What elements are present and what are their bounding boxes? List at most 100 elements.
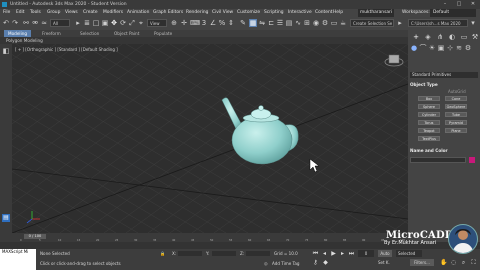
shapes-icon[interactable]: ⌒ [419, 44, 427, 52]
cameras-icon[interactable]: ▣ [437, 44, 445, 52]
menu-tools[interactable]: Tools [30, 9, 41, 17]
named-selection-icon[interactable]: ▦ [249, 19, 257, 27]
scene-explorer-icon[interactable]: ◧ [2, 47, 10, 55]
zoom-icon[interactable]: ⌕ [460, 259, 467, 266]
ribbon-tab-modeling[interactable]: Modeling [4, 30, 32, 37]
systems-icon[interactable]: ⚙ [464, 44, 472, 52]
ribbon-tab-freeform[interactable]: Freeform [38, 30, 65, 37]
menu-scripting[interactable]: Scripting [264, 9, 284, 17]
rectangle-selection-icon[interactable]: □ [92, 19, 100, 27]
key-filters-button[interactable]: Filters... [410, 259, 434, 266]
menu-modifiers[interactable]: Modifiers [103, 9, 123, 17]
select-by-name-icon[interactable]: ≣ [83, 19, 91, 27]
hierarchy-tab-icon[interactable]: ⋔ [436, 33, 444, 41]
menu-views[interactable]: Views [65, 9, 78, 17]
create-geosphere-button[interactable]: GeoSphere [445, 104, 467, 109]
ribbon-tab-selection[interactable]: Selection [76, 30, 103, 37]
reference-coord-dropdown[interactable]: View [147, 19, 167, 27]
ribbon-tab-populate[interactable]: Populate [150, 30, 176, 37]
menu-create[interactable]: Create [83, 9, 98, 17]
undo-icon[interactable]: ↶ [2, 19, 10, 27]
schematic-view-icon[interactable]: ⊞ [303, 19, 311, 27]
spinner-snap-icon[interactable]: ⇕ [227, 19, 235, 27]
create-teapot-button[interactable]: Teapot [418, 128, 440, 133]
ribbon-tab-object-paint[interactable]: Object Paint [110, 30, 143, 37]
menu-group[interactable]: Group [47, 9, 60, 17]
create-tube-button[interactable]: Tube [445, 112, 467, 117]
render-setup-icon[interactable]: ⚙ [321, 19, 329, 27]
object-name-field[interactable] [410, 157, 466, 163]
menu-edit[interactable]: Edit [16, 9, 25, 17]
select-manipulate-icon[interactable]: ✛ [180, 19, 188, 27]
minimize-button[interactable]: – [438, 0, 452, 9]
pivot-center-icon[interactable]: ⊕ [170, 19, 178, 27]
polygon-modeling-panel[interactable]: Polygon Modeling [6, 37, 43, 44]
mirror-icon[interactable]: ⇋ [258, 19, 266, 27]
edit-named-selection-icon[interactable]: ✎ [239, 19, 247, 27]
orbit-icon[interactable]: ◌ [450, 259, 457, 266]
go-to-start-icon[interactable]: ⏮ [312, 250, 319, 257]
create-box-button[interactable]: Box [418, 96, 440, 101]
z-coordinate-field[interactable] [246, 251, 270, 256]
percent-snap-icon[interactable]: % [218, 19, 226, 27]
utilities-tab-icon[interactable]: ⚒ [471, 33, 479, 41]
x-coordinate-field[interactable] [178, 251, 202, 256]
modify-tab-icon[interactable]: ◈ [424, 33, 432, 41]
maxscript-listener[interactable]: MAXScript Mi [0, 249, 36, 270]
key-icon[interactable]: ⚷ [312, 259, 319, 266]
time-slider-bar[interactable]: 0 / 100 0 5 10 15 20 25 30 35 40 45 50 55 60 65 70 75 80… [12, 233, 408, 242]
maximize-viewport-icon[interactable]: ⛶ [470, 259, 477, 266]
placement-icon[interactable]: ⌖ [137, 19, 145, 27]
select-object-icon[interactable]: ▸ [74, 19, 82, 27]
align-icon[interactable]: ⊏ [267, 19, 275, 27]
angle-snap-icon[interactable]: ∠ [209, 19, 217, 27]
geometry-icon[interactable]: ● [410, 44, 418, 52]
viewport-perspective[interactable]: [ + ] [Orthographic ] [Standard ] [Defau… [12, 44, 408, 233]
window-crossing-icon[interactable]: ▣ [101, 19, 109, 27]
object-color-swatch[interactable] [469, 157, 475, 163]
user-account[interactable]: muktharansari [358, 9, 395, 17]
create-textplus-button[interactable]: TextPlus [418, 136, 440, 141]
menu-animation[interactable]: Animation [127, 9, 149, 17]
rotate-icon[interactable]: ⟳ [119, 19, 127, 27]
close-button[interactable]: ✕ [466, 0, 480, 9]
next-frame-icon[interactable]: ▸ [339, 250, 346, 257]
create-pyramid-button[interactable]: Pyramid [445, 120, 467, 125]
viewport-label[interactable]: [ + ] [Orthographic ] [Standard ] [Defau… [15, 47, 118, 52]
rendered-frame-icon[interactable]: ▭ [330, 19, 338, 27]
primitive-type-dropdown[interactable]: Standard Primitives [410, 72, 478, 78]
lights-icon[interactable]: ☀ [428, 44, 436, 52]
menu-customize[interactable]: Customize [237, 9, 260, 17]
motion-tab-icon[interactable]: ◐ [448, 33, 456, 41]
y-coordinate-field[interactable] [212, 251, 236, 256]
create-torus-button[interactable]: Torus [418, 120, 440, 125]
pan-view-icon[interactable]: ✋ [440, 259, 447, 266]
set-key-label[interactable]: Set K. [378, 259, 392, 266]
snaps-toggle-icon[interactable]: 3 [200, 19, 208, 27]
path-dropdown-icon[interactable]: ▾ [469, 19, 477, 27]
bind-spacewarp-icon[interactable]: ≈ [40, 19, 48, 27]
create-sphere-button[interactable]: Sphere [418, 104, 440, 109]
menu-content[interactable]: Content [315, 9, 332, 17]
keyboard-shortcut-icon[interactable]: ⌨ [190, 19, 200, 27]
create-cylinder-button[interactable]: Cylinder [418, 112, 440, 117]
viewport-layout-icon[interactable]: ▤ [2, 214, 10, 222]
create-cone-button[interactable]: Cone [445, 96, 467, 101]
lock-selection-icon[interactable]: 🔒 [160, 251, 165, 257]
play-icon[interactable]: ▶ [330, 250, 337, 257]
set-key-button-icon[interactable]: ◆ [322, 259, 329, 266]
menu-file[interactable]: File [3, 9, 10, 17]
maximize-button[interactable]: □ [452, 0, 466, 9]
material-editor-icon[interactable]: ◉ [312, 19, 320, 27]
scale-icon[interactable]: ⤢ [128, 19, 136, 27]
project-folder-icon[interactable]: ▸ [396, 19, 404, 27]
object-type-header[interactable]: Object Type [410, 82, 478, 88]
selection-filter-dropdown[interactable]: All [50, 19, 70, 27]
current-frame-field[interactable]: 0 [358, 250, 374, 257]
create-plane-button[interactable]: Plane [445, 128, 467, 133]
previous-frame-icon[interactable]: ◂ [321, 250, 328, 257]
add-time-tag-button[interactable]: Add Time Tag [272, 261, 299, 266]
time-tag-icon[interactable]: ◎ [264, 261, 268, 266]
move-icon[interactable]: ✥ [110, 19, 118, 27]
name-and-color-header[interactable]: Name and Color [410, 148, 478, 154]
